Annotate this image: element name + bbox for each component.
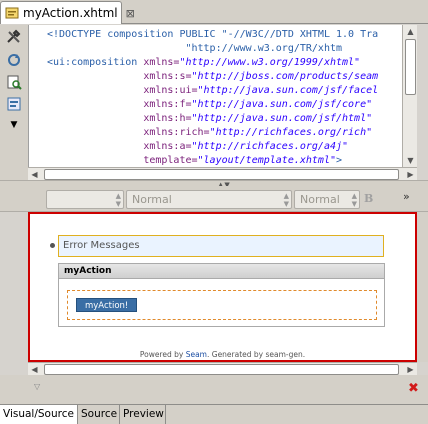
close-error-icon[interactable]: ✖ bbox=[408, 381, 419, 396]
format-toolbar: ▲ ▼ Normal ▲ ▼ Normal ▲ ▼ B » bbox=[0, 186, 428, 212]
editor-tab-myaction[interactable]: myAction.xhtml ⊠ bbox=[0, 1, 135, 24]
source-line[interactable]: "http://www.w3.org/TR/xhtm bbox=[47, 42, 417, 56]
chevron-down-icon[interactable]: ▼ bbox=[6, 120, 22, 136]
bullet-icon bbox=[50, 243, 55, 248]
preview-icon[interactable] bbox=[6, 74, 22, 90]
source-line[interactable]: template="layout/template.xhtml"> bbox=[47, 154, 417, 167]
xhtml-file-icon bbox=[5, 6, 19, 20]
tools-icon[interactable] bbox=[6, 29, 22, 45]
editor-mode-tabs: Visual/Source Source Preview bbox=[0, 404, 428, 424]
close-icon[interactable]: ⊠ bbox=[126, 7, 135, 20]
font-size-select[interactable]: Normal ▲ ▼ bbox=[294, 190, 360, 209]
editor-tab-bar: myAction.xhtml ⊠ bbox=[0, 0, 428, 24]
tab-preview[interactable]: Preview bbox=[120, 405, 166, 424]
font-size-value: Normal bbox=[300, 193, 340, 206]
vertical-toolbar: ▼ bbox=[0, 25, 28, 180]
tab-source[interactable]: Source bbox=[78, 405, 120, 424]
source-line[interactable]: xmlns:rich="http://richfaces.org/rich" bbox=[47, 126, 417, 140]
visual-editor[interactable]: Error Messages myAction myAction! Powere… bbox=[28, 212, 417, 362]
spinner-icon: ▲ ▼ bbox=[115, 192, 121, 208]
scroll-up-icon[interactable]: ▲ bbox=[403, 25, 418, 38]
format-select[interactable]: Normal ▲ ▼ bbox=[126, 190, 292, 209]
scroll-thumb[interactable] bbox=[44, 364, 399, 375]
scroll-down-icon[interactable]: ▼ bbox=[403, 154, 418, 167]
font-family-select[interactable]: ▲ ▼ bbox=[46, 190, 124, 209]
spinner-icon: ▲ ▼ bbox=[351, 192, 357, 208]
source-line[interactable]: xmlns:ui="http://java.sun.com/jsf/facel bbox=[47, 84, 417, 98]
editor-tab-label: myAction.xhtml bbox=[23, 6, 118, 20]
bottom-area: ▽ ✖ Visual/Source Source Preview bbox=[0, 375, 428, 424]
view-icon[interactable] bbox=[6, 96, 22, 112]
myaction-button[interactable]: myAction! bbox=[76, 298, 138, 312]
more-tools-icon[interactable]: » bbox=[403, 190, 410, 203]
form-region[interactable]: myAction! bbox=[67, 290, 377, 320]
source-line[interactable]: xmlns:f="http://java.sun.com/jsf/core" bbox=[47, 98, 417, 112]
footer-prefix: Powered by bbox=[139, 350, 186, 359]
collapse-triangle-icon[interactable]: ▽ bbox=[34, 382, 40, 391]
source-line[interactable]: xmlns:s="http://jboss.com/products/seam bbox=[47, 70, 417, 84]
scroll-thumb[interactable] bbox=[44, 169, 399, 180]
myaction-panel[interactable]: myAction myAction! bbox=[58, 263, 385, 327]
seam-link[interactable]: Seam bbox=[186, 350, 207, 359]
source-editor[interactable]: <!DOCTYPE composition PUBLIC "-//W3C//DT… bbox=[28, 25, 417, 167]
footer-text: Powered by Seam. Generated by seam-gen. bbox=[30, 350, 415, 359]
footer-suffix: . Generated by seam-gen. bbox=[206, 350, 306, 359]
refresh-icon[interactable] bbox=[6, 52, 22, 68]
visual-side-gutter bbox=[417, 212, 428, 362]
spinner-icon: ▲ ▼ bbox=[283, 192, 289, 208]
tab-visual-source[interactable]: Visual/Source bbox=[0, 405, 78, 424]
source-vertical-scrollbar[interactable]: ▲ ▼ bbox=[402, 25, 417, 167]
source-line[interactable]: <ui:composition xmlns="http://www.w3.org… bbox=[47, 56, 417, 70]
error-messages-box[interactable]: Error Messages bbox=[58, 235, 384, 257]
source-line[interactable]: xmlns:h="http://java.sun.com/jsf/html" bbox=[47, 112, 417, 126]
source-line[interactable]: <!DOCTYPE composition PUBLIC "-//W3C//DT… bbox=[47, 28, 417, 42]
visual-horizontal-scrollbar[interactable]: ◀ ▶ bbox=[28, 362, 417, 375]
scroll-thumb[interactable] bbox=[405, 39, 416, 95]
format-value: Normal bbox=[132, 193, 172, 206]
bold-button[interactable]: B bbox=[364, 192, 373, 205]
source-horizontal-scrollbar[interactable]: ◀ ▶ bbox=[28, 167, 417, 180]
panel-title: myAction bbox=[59, 264, 384, 279]
source-line[interactable]: xmlns:a="http://richfaces.org/a4j" bbox=[47, 140, 417, 154]
